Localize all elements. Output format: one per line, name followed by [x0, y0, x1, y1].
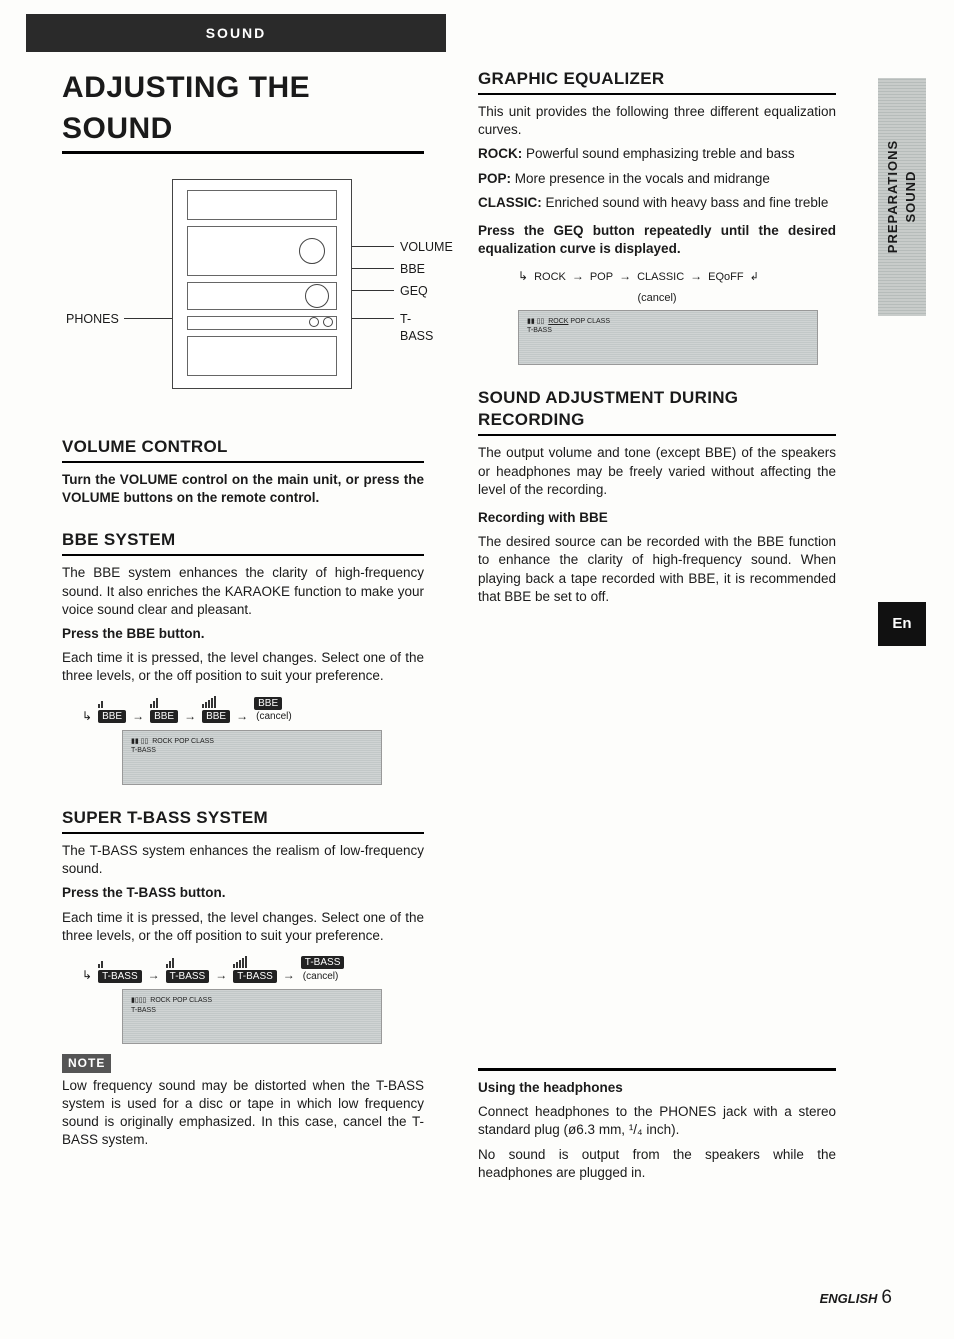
section-header: SOUND — [26, 14, 446, 52]
heading-volume: VOLUME CONTROL — [62, 436, 424, 463]
tbass-body: Each time it is pressed, the level chang… — [62, 909, 424, 945]
callout-geq: GEQ — [400, 283, 428, 300]
bbe-intro: The BBE system enhances the clarity of h… — [62, 564, 424, 619]
divider — [478, 1068, 836, 1071]
note-body: Low frequency sound may be distorted whe… — [62, 1077, 424, 1150]
heading-bbe: BBE SYSTEM — [62, 529, 424, 556]
bbe-press: Press the BBE button. — [62, 625, 424, 643]
language-tab: En — [878, 602, 926, 646]
recording-sub: Recording with BBE — [478, 509, 836, 527]
callout-tbass: T-BASS — [400, 311, 433, 345]
page-footer: ENGLISH6 — [820, 1285, 892, 1311]
headphones-l2: No sound is output from the speakers whi… — [478, 1146, 836, 1182]
tbass-sequence: ↳ T-BASS → T-BASS → T-BASS → T-BASS(canc… — [82, 955, 424, 983]
heading-recording: SOUND ADJUSTMENT DURING RECORDING — [478, 387, 836, 437]
footer-page: 6 — [881, 1287, 892, 1308]
geq-classic: CLASSIC: Enriched sound with heavy bass … — [478, 194, 836, 212]
recording-body: The output volume and tone (except BBE) … — [478, 444, 836, 499]
device-illustration: VOLUME BBE GEQ T-BASS PHONES — [62, 174, 424, 414]
headphones-heading: Using the headphones — [478, 1079, 836, 1097]
right-column: GRAPHIC EQUALIZER This unit provides the… — [478, 68, 836, 612]
left-column: ADJUSTING THE SOUND VOLUME BBE GEQ T-BAS… — [62, 68, 424, 1155]
geq-sequence: ↳ROCK →POP →CLASSIC →EQoFF↲ — [518, 268, 836, 284]
geq-cancel: (cancel) — [478, 291, 836, 306]
geq-press: Press the GEQ button repeatedly until th… — [478, 222, 836, 258]
footer-lang: ENGLISH — [820, 1291, 878, 1306]
geq-lcd: ▮▮ ▯▯ ROCK POP CLASST-BASS — [518, 310, 818, 365]
callout-bbe: BBE — [400, 261, 425, 278]
tbass-press: Press the T-BASS button. — [62, 884, 424, 902]
page-title: ADJUSTING THE SOUND — [62, 68, 424, 154]
section-header-label: SOUND — [206, 24, 267, 43]
recording-sub-body: The desired source can be recorded with … — [478, 533, 836, 606]
heading-tbass: SUPER T-BASS SYSTEM — [62, 807, 424, 834]
volume-body: Turn the VOLUME control on the main unit… — [62, 471, 424, 507]
device-outline — [172, 179, 352, 389]
headphones-l1: Connect headphones to the PHONES jack wi… — [478, 1103, 836, 1139]
heading-geq: GRAPHIC EQUALIZER — [478, 68, 836, 95]
geq-intro: This unit provides the following three d… — [478, 103, 836, 139]
geq-pop: POP: More presence in the vocals and mid… — [478, 170, 836, 188]
side-tab: PREPARATIONSSOUND — [878, 78, 926, 316]
bbe-lcd: ▮▮ ▯▯ ROCK POP CLASST-BASS — [122, 730, 382, 785]
tbass-intro: The T-BASS system enhances the realism o… — [62, 842, 424, 878]
bbe-body: Each time it is pressed, the level chang… — [62, 649, 424, 685]
bbe-sequence: ↳ BBE → BBE → BBE → BBE(cancel) — [82, 696, 424, 724]
geq-rock: ROCK: Powerful sound emphasizing treble … — [478, 145, 836, 163]
callout-phones: PHONES — [66, 311, 119, 328]
tbass-lcd: ▮▯▯▯ ROCK POP CLASST-BASS — [122, 989, 382, 1044]
callout-volume: VOLUME — [400, 239, 453, 256]
note-tag: NOTE — [62, 1054, 111, 1072]
headphones-block: Using the headphones Connect headphones … — [478, 1068, 836, 1188]
side-tab-text: PREPARATIONSSOUND — [884, 140, 919, 253]
